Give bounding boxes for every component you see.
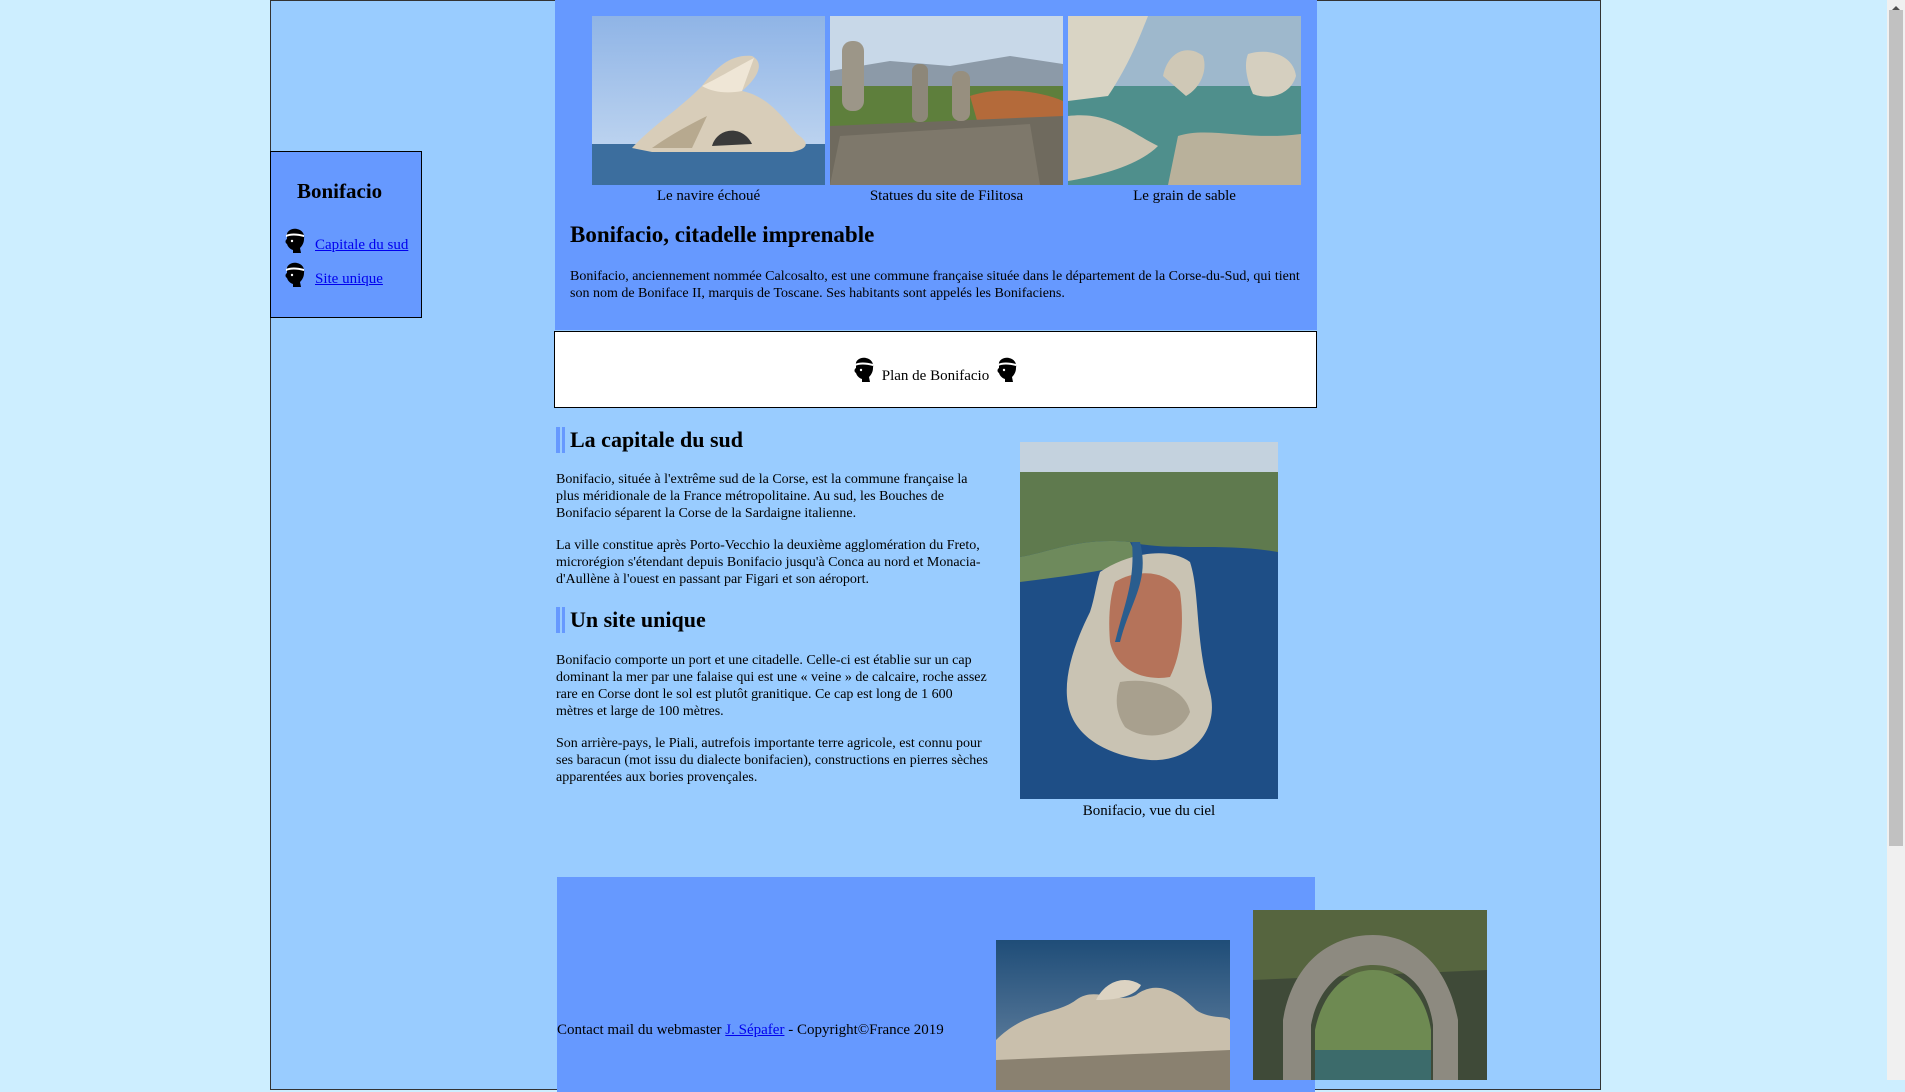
caption-filitosa: Statues du site de Filitosa: [869, 188, 1024, 204]
moor-head-icon: [995, 357, 1019, 383]
section-title-capitale: La capitale du sud: [556, 427, 743, 453]
section-bar-icon: [556, 427, 565, 453]
moor-head-icon: [283, 262, 307, 288]
caption-aerial: Bonifacio, vue du ciel: [1082, 803, 1216, 819]
footer-copyright: - Copyright©France 2019: [784, 1022, 944, 1038]
section-title-capitale-text: La capitale du sud: [570, 427, 743, 452]
sidebar-title: Bonifacio: [297, 179, 383, 203]
section-bar-icon: [556, 607, 565, 633]
site-paragraph-2: Son arrière-pays, le Piali, autrefois im…: [556, 736, 988, 785]
footer-contact: Contact mail du webmaster J. Sépafer - C…: [557, 1022, 944, 1039]
photo-bonifacio-aerial: [1020, 442, 1278, 799]
intro-paragraph: Bonifacio, anciennement nommée Calcosalt…: [570, 269, 1300, 301]
scroll-up-arrow-icon[interactable]: [1887, 0, 1905, 10]
site-paragraph-1: Bonifacio comporte un port et une citade…: [556, 653, 987, 719]
section-title-site: Un site unique: [556, 607, 706, 633]
sidebar-item-site: Site unique: [283, 262, 383, 288]
photo-rock-formation: [996, 940, 1230, 1090]
capitale-paragraph-2: La ville constitue après Porto-Vecchio l…: [556, 538, 981, 587]
capitale-paragraph-1: Bonifacio, située à l'extrême sud de la …: [556, 472, 968, 521]
caption-grain: Le grain de sable: [1133, 188, 1236, 204]
photo-navire-echoue: [592, 16, 825, 185]
moor-head-icon: [852, 357, 876, 383]
header-banner: Le navire échoué Statues du site de Fili…: [555, 0, 1317, 330]
page-title: Bonifacio, citadelle imprenable: [570, 222, 875, 247]
section-title-site-text: Un site unique: [570, 607, 706, 632]
sidebar-link-site[interactable]: Site unique: [315, 271, 383, 288]
plan-label: Plan de Bonifacio: [881, 368, 990, 384]
sidebar-nav: Bonifacio Capitale du sud Site unique: [270, 151, 422, 318]
plan-box[interactable]: Plan de Bonifacio: [554, 331, 1317, 408]
footer-prefix: Contact mail du webmaster: [557, 1022, 726, 1038]
webmaster-link[interactable]: J. Sépafer: [725, 1022, 784, 1038]
photo-statues-filitosa: [830, 16, 1063, 185]
moor-head-icon: [283, 228, 307, 254]
sidebar-item-capitale: Capitale du sud: [283, 228, 408, 254]
caption-navire: Le navire échoué: [656, 188, 761, 204]
photo-grain-de-sable: [1068, 16, 1301, 185]
scrollbar-thumb[interactable]: [1889, 10, 1903, 846]
photo-genoese-bridge: [1253, 910, 1487, 1080]
sidebar-link-capitale[interactable]: Capitale du sud: [315, 237, 408, 254]
